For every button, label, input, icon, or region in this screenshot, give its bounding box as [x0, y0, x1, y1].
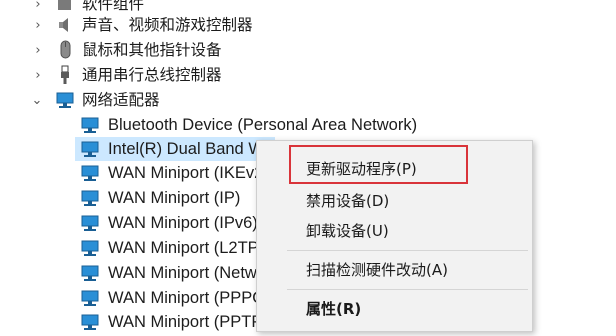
adapter-label: WAN Miniport (PPTP): [108, 313, 268, 331]
network-adapter-icon: [80, 139, 100, 159]
adapter-label: WAN Miniport (IPv6): [108, 214, 258, 232]
speaker-icon: [55, 15, 75, 35]
tree-category-label: 网络适配器: [82, 91, 160, 109]
menu-separator: [287, 250, 528, 251]
adapter-item[interactable]: WAN Miniport (Network Monitor): [0, 261, 345, 285]
network-adapter-icon: [80, 163, 100, 183]
network-adapter-icon: [80, 213, 100, 233]
menu-item-disable-device[interactable]: 禁用设备(D): [257, 186, 532, 216]
menu-item-label: 扫描检测硬件改动(A): [306, 261, 448, 279]
puzzle-icon: [55, 0, 75, 14]
usb-icon: [55, 65, 75, 85]
adapter-item[interactable]: WAN Miniport (IP): [0, 186, 260, 210]
menu-item-label: 属性(R): [306, 300, 362, 318]
network-adapter-icon: [80, 288, 100, 308]
adapter-item[interactable]: WAN Miniport (PPTP): [0, 310, 268, 334]
adapter-item[interactable]: WAN Miniport (IKEv2): [0, 161, 269, 185]
menu-item-label: 禁用设备(D): [306, 192, 390, 210]
highlight-box: [289, 145, 468, 184]
chevron-right-icon[interactable]: ›: [32, 38, 44, 62]
adapter-item[interactable]: Bluetooth Device (Personal Area Network): [0, 113, 440, 137]
tree-category-label: 声音、视频和游戏控制器: [82, 16, 253, 34]
adapter-label: WAN Miniport (IP): [108, 189, 241, 207]
tree-category-label: 鼠标和其他指针设备: [82, 41, 222, 59]
adapter-item[interactable]: WAN Miniport (PPPOE): [0, 286, 282, 310]
mouse-icon: [55, 40, 75, 60]
tree-category-network-adapters[interactable]: ⌄ 网络适配器: [0, 88, 300, 112]
network-adapter-icon: [80, 312, 100, 332]
menu-item-label: 卸载设备(U): [306, 222, 389, 240]
network-adapter-icon: [80, 238, 100, 258]
menu-item-uninstall-device[interactable]: 卸载设备(U): [257, 216, 532, 246]
adapter-label: WAN Miniport (IKEv2): [108, 164, 269, 182]
network-adapter-icon: [80, 188, 100, 208]
menu-item-scan-hardware[interactable]: 扫描检测硬件改动(A): [257, 255, 532, 285]
chevron-right-icon[interactable]: ›: [32, 13, 44, 37]
menu-separator: [287, 289, 528, 290]
adapter-label: Bluetooth Device (Personal Area Network): [108, 116, 418, 134]
network-adapter-icon: [80, 263, 100, 283]
network-adapter-icon: [55, 90, 75, 110]
adapter-item[interactable]: WAN Miniport (IPv6): [0, 211, 260, 235]
menu-item-properties[interactable]: 属性(R): [257, 294, 532, 324]
chevron-down-icon[interactable]: ⌄: [31, 88, 43, 112]
tree-category-mouse[interactable]: › 鼠标和其他指针设备: [0, 38, 300, 62]
network-adapter-icon: [80, 115, 100, 135]
tree-category-label: 通用串行总线控制器: [82, 66, 222, 84]
chevron-right-icon[interactable]: ›: [32, 63, 44, 87]
tree-category-sound-video-game[interactable]: › 声音、视频和游戏控制器: [0, 13, 300, 37]
adapter-label: WAN Miniport (L2TP): [108, 239, 265, 257]
adapter-item[interactable]: WAN Miniport (L2TP): [0, 236, 264, 260]
tree-category-usb[interactable]: › 通用串行总线控制器: [0, 63, 300, 87]
